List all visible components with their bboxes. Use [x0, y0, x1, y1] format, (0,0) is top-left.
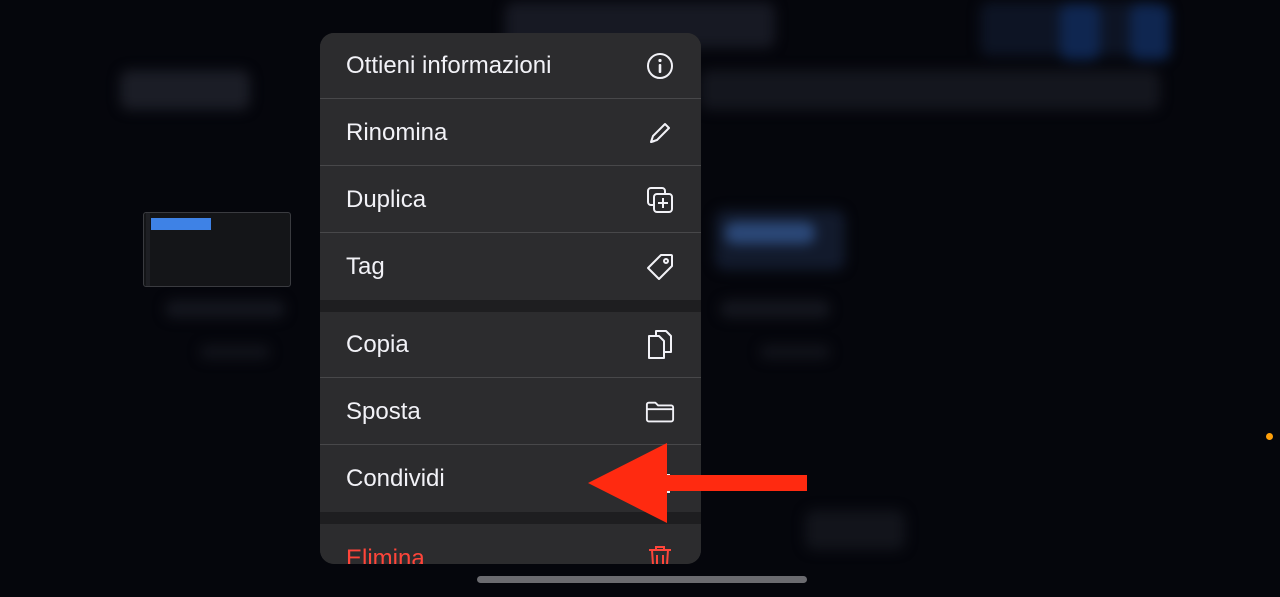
folder-icon: [645, 397, 675, 427]
menu-item-rename[interactable]: Rinomina: [320, 100, 701, 166]
tag-icon: [645, 252, 675, 282]
menu-item-get-info[interactable]: Ottieni informazioni: [320, 33, 701, 99]
menu-item-label: Duplica: [346, 185, 427, 213]
annotation-arrow: [588, 443, 807, 523]
thumbnail-column: [146, 213, 150, 286]
pencil-icon: [645, 118, 675, 148]
menu-item-label: Tag: [346, 253, 385, 280]
menu-item-tag[interactable]: Tag: [320, 234, 701, 300]
duplicate-plus-icon: [645, 185, 675, 215]
menu-section-separator: [320, 300, 701, 312]
file-thumbnail[interactable]: [143, 212, 291, 287]
menu-item-copy[interactable]: Copia: [320, 312, 701, 378]
menu-item-duplicate[interactable]: Duplica: [320, 167, 701, 233]
menu-item-label: Elimina: [346, 545, 425, 564]
menu-item-move[interactable]: Sposta: [320, 379, 701, 445]
menu-item-delete[interactable]: Elimina: [320, 526, 701, 564]
menu-item-label: Condividi: [346, 465, 445, 492]
menu-item-label: Sposta: [346, 397, 421, 425]
menu-item-label: Copia: [346, 330, 409, 358]
home-indicator[interactable]: [477, 576, 807, 583]
thumbnail-selection-highlight: [151, 218, 211, 230]
menu-item-label: Rinomina: [346, 118, 448, 146]
info-circle-icon: [645, 51, 675, 81]
copy-documents-icon: [645, 329, 675, 360]
status-dot: [1266, 433, 1273, 440]
screen: Ottieni informazioni Rinomina Duplica Ta…: [0, 0, 1280, 597]
menu-item-label: Ottieni informazioni: [346, 51, 552, 79]
trash-icon: [645, 544, 675, 564]
